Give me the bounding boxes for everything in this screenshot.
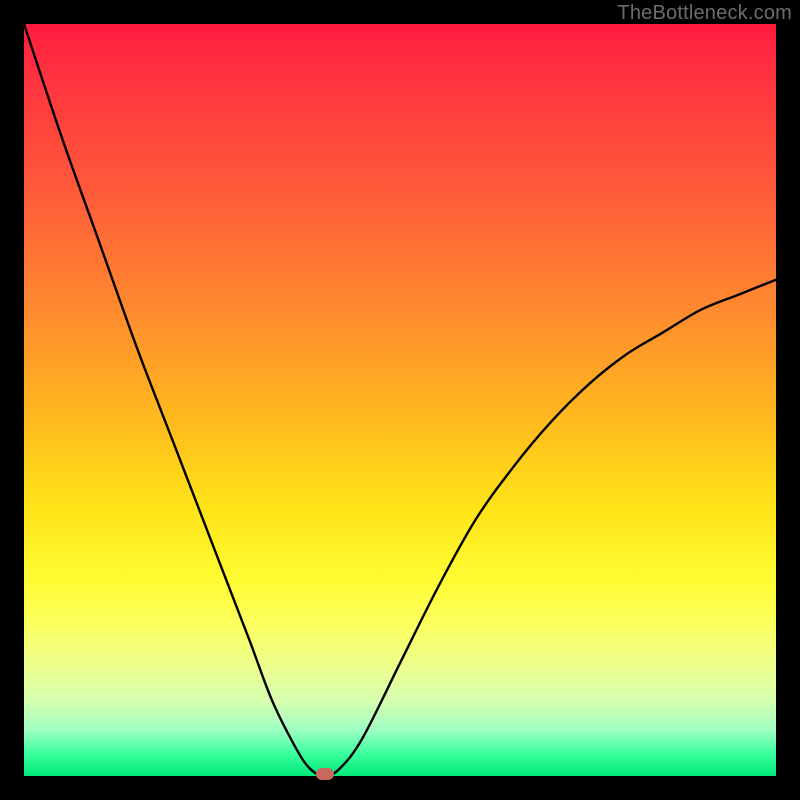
plot-area	[24, 24, 776, 776]
optimal-marker	[316, 768, 334, 780]
bottleneck-curve	[24, 24, 776, 776]
chart-frame: TheBottleneck.com	[0, 0, 800, 800]
watermark-text: TheBottleneck.com	[617, 2, 792, 25]
